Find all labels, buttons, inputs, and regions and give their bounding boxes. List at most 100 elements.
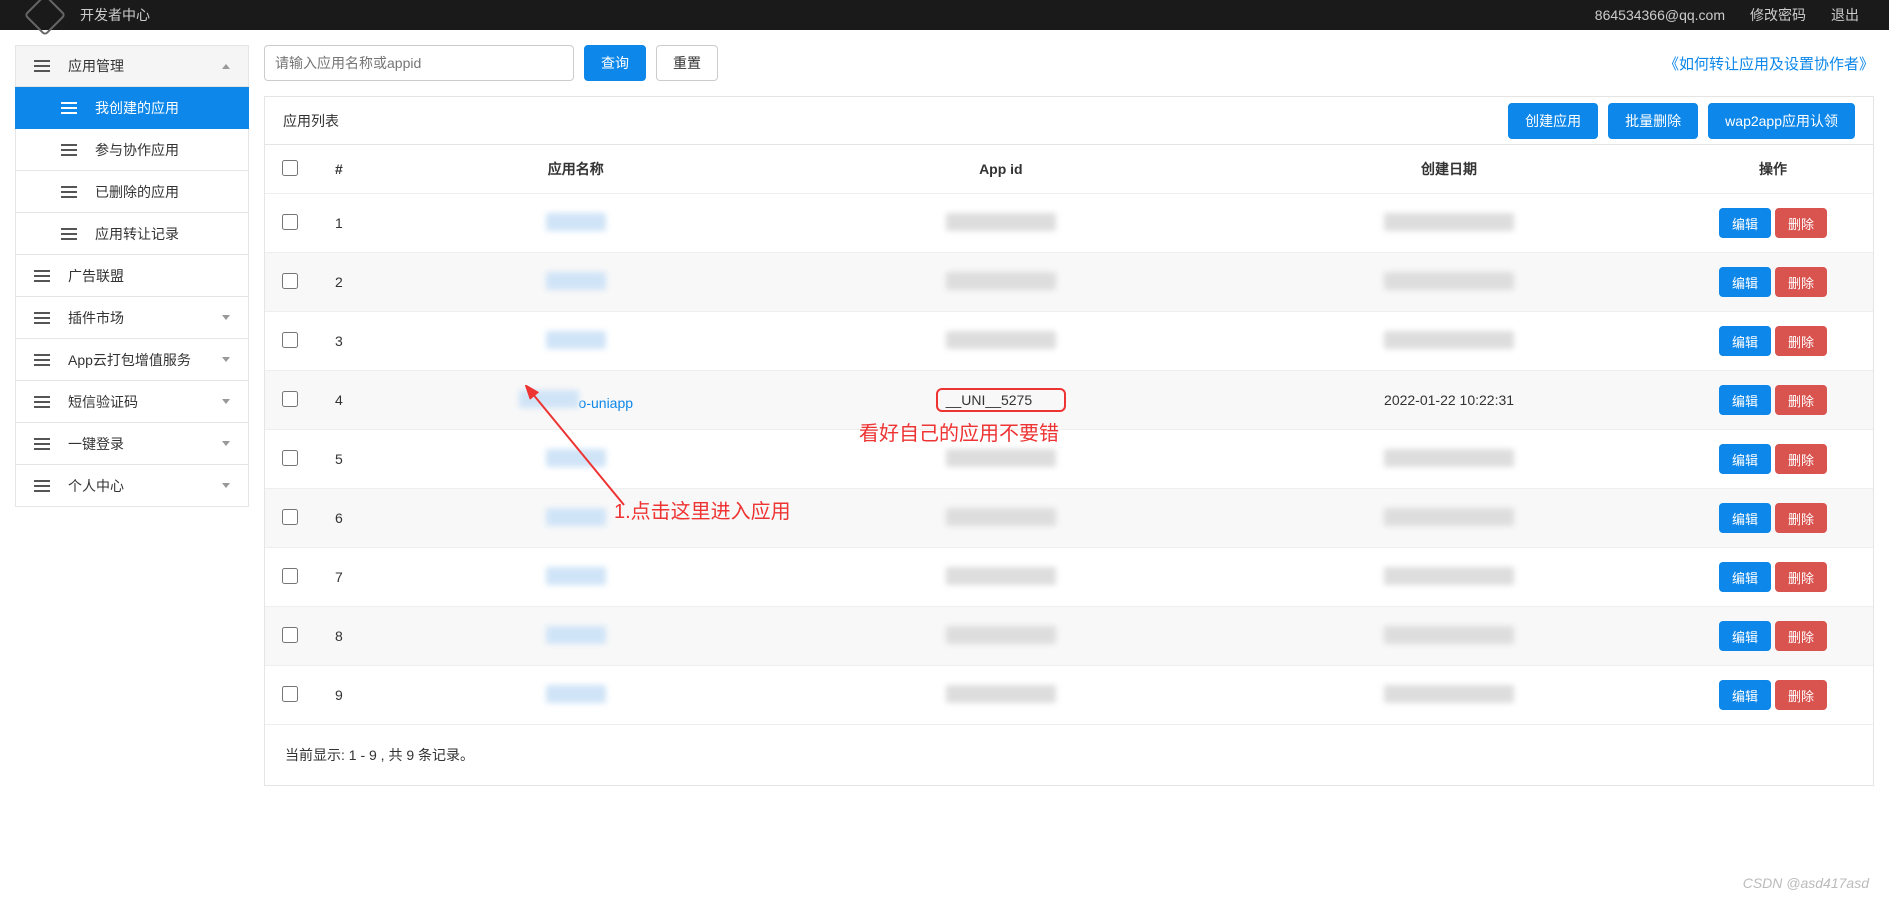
edit-button[interactable]: 编辑 (1719, 326, 1771, 356)
col-date: 创建日期 (1225, 145, 1673, 194)
row-checkbox[interactable] (282, 450, 298, 466)
delete-button[interactable]: 删除 (1775, 680, 1827, 710)
edit-button[interactable]: 编辑 (1719, 562, 1771, 592)
row-checkbox[interactable] (282, 627, 298, 643)
row-checkbox[interactable] (282, 686, 298, 702)
row-index: 7 (315, 548, 375, 607)
delete-button[interactable]: 删除 (1775, 326, 1827, 356)
delete-button[interactable]: 删除 (1775, 385, 1827, 415)
edit-button[interactable]: 编辑 (1719, 385, 1771, 415)
edit-button[interactable]: 编辑 (1719, 208, 1771, 238)
change-password-link[interactable]: 修改密码 (1750, 5, 1806, 25)
select-all-checkbox[interactable] (282, 160, 298, 176)
sidebar-label: 一键登录 (68, 434, 124, 454)
menu-icon (34, 480, 50, 492)
blurred-text (1384, 272, 1514, 290)
appid-highlight: __UNI__5275 (936, 388, 1066, 412)
wap2app-claim-button[interactable]: wap2app应用认领 (1708, 103, 1855, 139)
create-date: 2022-01-22 10:22:31 (1384, 392, 1514, 408)
sidebar-item-cloud[interactable]: App云打包增值服务 (15, 339, 249, 381)
row-index: 4 (315, 371, 375, 430)
sidebar-group-app[interactable]: 应用管理 (15, 45, 249, 87)
menu-icon (34, 60, 50, 72)
table-row: 8 编辑 删除 (265, 607, 1873, 666)
sidebar-item-onelogin[interactable]: 一键登录 (15, 423, 249, 465)
sidebar-item-collab[interactable]: 参与协作应用 (15, 129, 249, 171)
menu-icon (61, 144, 77, 156)
row-checkbox[interactable] (282, 214, 298, 230)
delete-button[interactable]: 删除 (1775, 562, 1827, 592)
row-index: 2 (315, 253, 375, 312)
col-index: # (315, 145, 375, 194)
edit-button[interactable]: 编辑 (1719, 621, 1771, 651)
row-checkbox[interactable] (282, 273, 298, 289)
edit-button[interactable]: 编辑 (1719, 680, 1771, 710)
sidebar-label: 应用转让记录 (95, 224, 179, 244)
sidebar-item-personal[interactable]: 个人中心 (15, 465, 249, 507)
search-input[interactable] (264, 45, 574, 81)
blurred-text (946, 213, 1056, 231)
transfer-guide-link[interactable]: 《如何转让应用及设置协作者》 (1664, 53, 1874, 74)
row-checkbox[interactable] (282, 332, 298, 348)
table-row: 9 编辑 删除 (265, 666, 1873, 725)
delete-button[interactable]: 删除 (1775, 208, 1827, 238)
blurred-text (546, 685, 606, 703)
row-checkbox[interactable] (282, 568, 298, 584)
blurred-text (546, 272, 606, 290)
blurred-text (1384, 685, 1514, 703)
row-checkbox[interactable] (282, 391, 298, 407)
delete-button[interactable]: 删除 (1775, 621, 1827, 651)
topbar: 开发者中心 864534366@qq.com 修改密码 退出 (0, 0, 1889, 30)
sidebar-label: 个人中心 (68, 476, 124, 496)
table-row: 3 编辑 删除 (265, 312, 1873, 371)
sidebar-item-transfer[interactable]: 应用转让记录 (15, 213, 249, 255)
create-app-button[interactable]: 创建应用 (1508, 103, 1598, 139)
blurred-text (546, 213, 606, 231)
watermark: CSDN @asd417asd (1743, 875, 1869, 891)
sidebar: 应用管理 我创建的应用 参与协作应用 已删除的应用 应用转让记录 广告联盟 插件… (15, 45, 249, 786)
edit-button[interactable]: 编辑 (1719, 503, 1771, 533)
query-button[interactable]: 查询 (584, 45, 646, 81)
menu-icon (61, 102, 77, 114)
delete-button[interactable]: 删除 (1775, 444, 1827, 474)
menu-icon (61, 228, 77, 240)
app-name-link[interactable]: o-uniapp (579, 395, 634, 411)
sidebar-item-sms[interactable]: 短信验证码 (15, 381, 249, 423)
row-index: 3 (315, 312, 375, 371)
row-index: 9 (315, 666, 375, 725)
table-row: 5 编辑 删除 (265, 430, 1873, 489)
reset-button[interactable]: 重置 (656, 45, 718, 81)
chevron-up-icon (222, 64, 230, 69)
blurred-text (946, 626, 1056, 644)
table-row: 4 o-uniapp __UNI__5275 2022-01-22 10:22:… (265, 371, 1873, 430)
edit-button[interactable]: 编辑 (1719, 444, 1771, 474)
sidebar-item-plugins[interactable]: 插件市场 (15, 297, 249, 339)
sidebar-item-deleted[interactable]: 已删除的应用 (15, 171, 249, 213)
col-action: 操作 (1673, 145, 1873, 194)
table-footer: 当前显示: 1 - 9 , 共 9 条记录。 (265, 725, 1873, 785)
blurred-text (946, 272, 1056, 290)
blurred-text (546, 626, 606, 644)
sidebar-item-my-apps[interactable]: 我创建的应用 (15, 87, 249, 129)
blurred-text (1384, 626, 1514, 644)
delete-button[interactable]: 删除 (1775, 503, 1827, 533)
user-email[interactable]: 864534366@qq.com (1595, 7, 1725, 23)
edit-button[interactable]: 编辑 (1719, 267, 1771, 297)
chevron-down-icon (222, 399, 230, 404)
app-table: # 应用名称 App id 创建日期 操作 1 编辑 删除 2 编辑 删 (265, 145, 1873, 725)
delete-button[interactable]: 删除 (1775, 267, 1827, 297)
app-list-panel: 应用列表 创建应用 批量删除 wap2app应用认领 # 应用名称 App id… (264, 96, 1874, 786)
col-appid: App id (777, 145, 1225, 194)
logout-link[interactable]: 退出 (1831, 5, 1859, 25)
row-checkbox[interactable] (282, 509, 298, 525)
chevron-down-icon (222, 357, 230, 362)
batch-delete-button[interactable]: 批量删除 (1608, 103, 1698, 139)
blurred-text (546, 331, 606, 349)
chevron-down-icon (222, 315, 230, 320)
sidebar-item-ads[interactable]: 广告联盟 (15, 255, 249, 297)
menu-icon (34, 354, 50, 366)
sidebar-label: 插件市场 (68, 308, 124, 328)
table-row: 7 编辑 删除 (265, 548, 1873, 607)
toolbar: 查询 重置 《如何转让应用及设置协作者》 (264, 45, 1874, 81)
row-index: 6 (315, 489, 375, 548)
